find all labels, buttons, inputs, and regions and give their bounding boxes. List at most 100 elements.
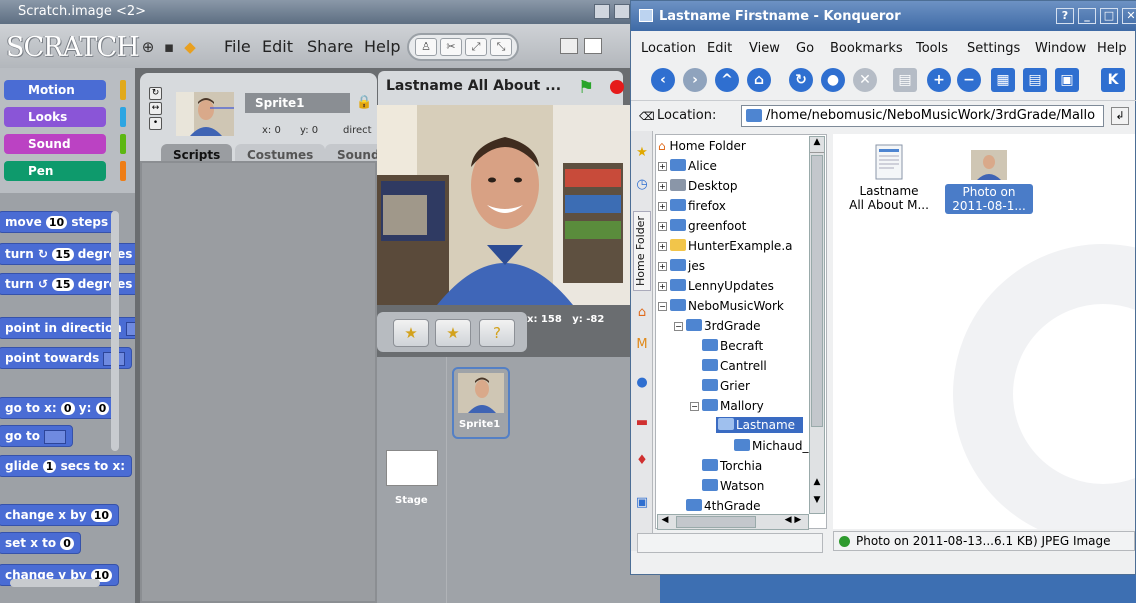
- tree-item[interactable]: Watson: [702, 479, 764, 493]
- menu-file[interactable]: File: [224, 37, 251, 56]
- shrink-tool-icon[interactable]: ⤡: [490, 38, 512, 56]
- clear-location-icon[interactable]: ⌫: [639, 110, 655, 123]
- maximize-button[interactable]: [614, 4, 630, 19]
- tree-item[interactable]: Grier: [702, 379, 750, 393]
- stage-thumbnail[interactable]: [386, 450, 438, 486]
- category-variables-edge[interactable]: [120, 161, 126, 181]
- menu-tools[interactable]: Tools: [916, 41, 948, 56]
- menu-view[interactable]: View: [749, 41, 780, 56]
- category-looks[interactable]: Looks: [4, 107, 106, 127]
- split-view-icon[interactable]: ▣: [1055, 68, 1079, 92]
- expand-icon[interactable]: +: [658, 222, 667, 231]
- lock-icon[interactable]: 🔒: [356, 95, 372, 110]
- tree-item[interactable]: + Alice: [658, 159, 717, 173]
- block-y-input[interactable]: 0: [95, 402, 110, 415]
- block-go-to[interactable]: go to: [0, 425, 74, 447]
- home-tab-icon[interactable]: ⌂: [634, 305, 650, 321]
- block-move[interactable]: move 10 steps: [0, 211, 116, 233]
- share-icon[interactable]: ◆: [181, 38, 199, 56]
- help-button[interactable]: ?: [1056, 8, 1074, 24]
- tree-item[interactable]: Becraft: [702, 339, 763, 353]
- tree-hscroll-thumb[interactable]: [676, 516, 756, 528]
- tree-item[interactable]: + HunterExample.a: [658, 239, 792, 253]
- up-icon[interactable]: ^: [715, 68, 739, 92]
- grow-tool-icon[interactable]: ⤢: [465, 38, 487, 56]
- category-control-edge[interactable]: [120, 80, 126, 100]
- tree-item[interactable]: Cantrell: [702, 359, 767, 373]
- go-to-dropdown[interactable]: [44, 429, 67, 444]
- back-icon[interactable]: ‹: [651, 68, 675, 92]
- close-button[interactable]: ✕: [1122, 8, 1136, 24]
- expand-icon[interactable]: +: [658, 162, 667, 171]
- palette-horizontal-scrollbar[interactable]: [10, 579, 100, 587]
- green-flag-icon[interactable]: ⚑: [578, 77, 594, 98]
- block-glide[interactable]: glide 1 secs to x:: [0, 455, 132, 477]
- duplicate-tool-icon[interactable]: ♙: [415, 38, 437, 56]
- file-item-selected[interactable]: Photo on 2011-08-1...: [943, 144, 1035, 214]
- reload-icon[interactable]: ↻: [789, 68, 813, 92]
- scroll-up-icon[interactable]: ▲: [810, 477, 824, 493]
- collapse-icon[interactable]: −: [658, 302, 667, 311]
- block-number-input[interactable]: 0: [60, 537, 74, 550]
- save-icon[interactable]: ▪: [160, 38, 178, 56]
- small-stage-layout-button[interactable]: [560, 38, 578, 54]
- sprite-name-field[interactable]: Sprite1: [245, 93, 350, 113]
- menu-help[interactable]: Help: [364, 37, 400, 56]
- forward-icon[interactable]: ›: [683, 68, 707, 92]
- print-icon[interactable]: ▤: [893, 68, 917, 92]
- block-number-input[interactable]: 1: [42, 460, 57, 473]
- menu-help[interactable]: Help: [1097, 41, 1127, 56]
- menu-edit[interactable]: Edit: [262, 37, 293, 56]
- zoom-in-icon[interactable]: +: [927, 68, 951, 92]
- no-rotate-icon[interactable]: •: [149, 117, 162, 130]
- file-icon-view[interactable]: Lastname All About M... Photo on 2011-08…: [833, 134, 1135, 529]
- block-change-x[interactable]: change x by 10: [0, 504, 120, 526]
- tree-item[interactable]: 4thGrade: [686, 499, 761, 513]
- tree-item[interactable]: − NeboMusicWork: [658, 299, 784, 313]
- go-icon[interactable]: ↲: [1111, 107, 1129, 125]
- stop-icon[interactable]: ●: [821, 68, 845, 92]
- sprite-tile[interactable]: Sprite1: [452, 367, 510, 439]
- category-operators-edge[interactable]: [120, 134, 126, 154]
- tree-item[interactable]: + LennyUpdates: [658, 279, 774, 293]
- tree-item-selected[interactable]: Lastname: [716, 417, 804, 433]
- scripts-area[interactable]: [140, 161, 377, 603]
- expand-icon[interactable]: +: [658, 202, 667, 211]
- menu-location[interactable]: Location: [641, 41, 696, 56]
- tree-item[interactable]: + jes: [658, 259, 705, 273]
- tree-item[interactable]: − 3rdGrade: [674, 319, 761, 333]
- surprise-sprite-icon[interactable]: ?: [479, 319, 515, 347]
- file-item[interactable]: Lastname All About M...: [843, 144, 935, 212]
- tree-item[interactable]: ⌂ Home Folder: [658, 139, 746, 153]
- stop-icon[interactable]: [610, 80, 624, 94]
- paint-new-sprite-icon[interactable]: ★: [393, 319, 429, 347]
- stop-loading-icon[interactable]: ✕: [853, 68, 877, 92]
- category-sensing-edge[interactable]: [120, 107, 126, 127]
- expand-icon[interactable]: +: [658, 182, 667, 191]
- scroll-down-icon[interactable]: ▼: [810, 495, 824, 511]
- media-tab-icon[interactable]: M: [634, 337, 650, 353]
- menu-window[interactable]: Window: [1035, 41, 1086, 56]
- expand-icon[interactable]: +: [658, 242, 667, 251]
- tree-scroll-thumb[interactable]: [811, 155, 823, 427]
- tree-item[interactable]: Torchia: [702, 459, 762, 473]
- tree-item[interactable]: Michaud_: [734, 439, 808, 453]
- menu-go[interactable]: Go: [796, 41, 814, 56]
- scroll-left-right-icon[interactable]: ◀ ▶: [778, 515, 808, 529]
- network-tab-icon[interactable]: ●: [634, 375, 650, 391]
- category-sound[interactable]: Sound: [4, 134, 106, 154]
- choose-sprite-from-file-icon[interactable]: ★: [435, 319, 471, 347]
- maximize-button[interactable]: □: [1100, 8, 1118, 24]
- menu-edit[interactable]: Edit: [707, 41, 732, 56]
- sidebar-config-tab-icon[interactable]: ▣: [634, 495, 650, 511]
- block-x-input[interactable]: 0: [60, 402, 75, 415]
- bookmarks-tab-icon[interactable]: ★: [634, 145, 650, 161]
- history-tab-icon[interactable]: ◷: [634, 177, 650, 193]
- category-pen[interactable]: Pen: [4, 161, 106, 181]
- stage-selector[interactable]: Stage: [377, 357, 447, 603]
- menu-share[interactable]: Share: [307, 37, 353, 56]
- home-folder-tab[interactable]: Home Folder: [633, 211, 651, 291]
- collapse-icon[interactable]: −: [690, 402, 699, 411]
- expand-icon[interactable]: +: [658, 282, 667, 291]
- palette-scrollbar[interactable]: [111, 211, 119, 451]
